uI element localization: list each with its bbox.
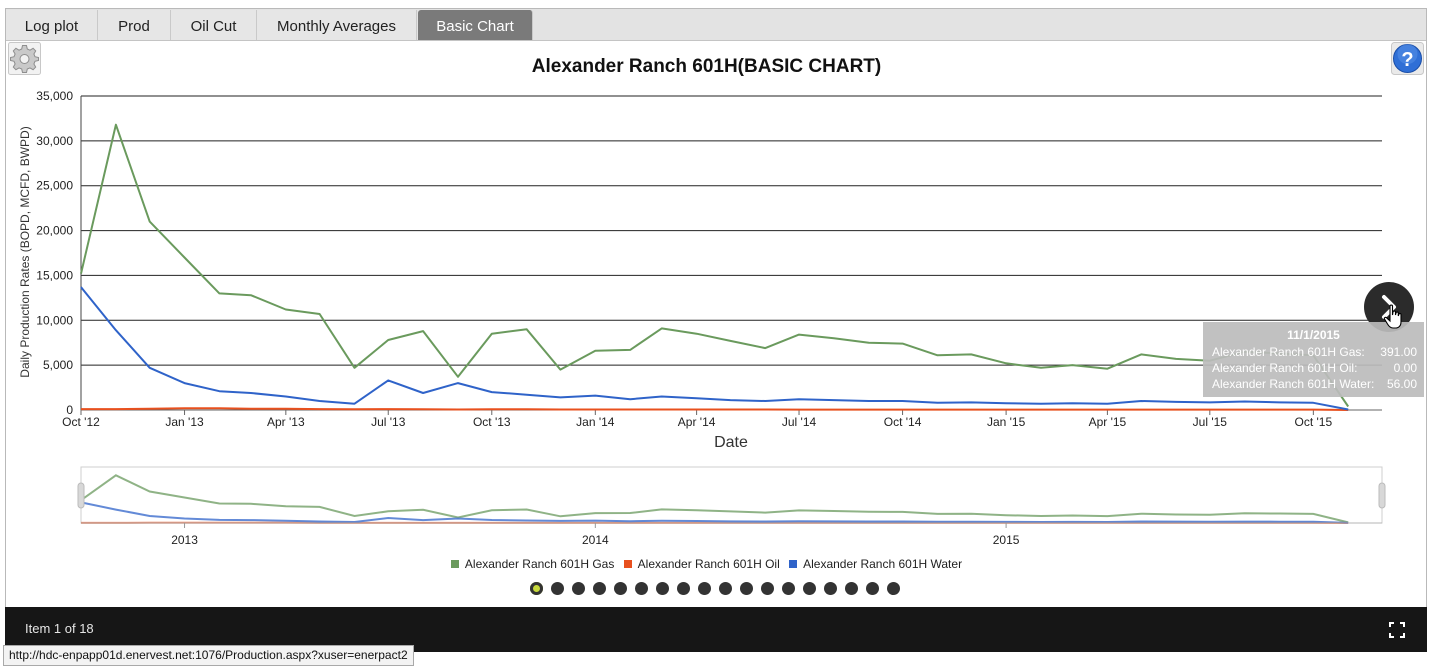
tooltip-series-value: 391.00 bbox=[1380, 345, 1417, 359]
status-bar-url: http://hdc-enpapp01d.enervest.net:1076/P… bbox=[3, 645, 414, 666]
carousel-dot[interactable] bbox=[719, 582, 732, 595]
carousel-dot[interactable] bbox=[761, 582, 774, 595]
tooltip-series-name: Alexander Ranch 601H Oil: bbox=[1212, 361, 1358, 375]
y-tick-label: 35,000 bbox=[36, 89, 73, 103]
legend-item-gas[interactable]: Alexander Ranch 601H Gas bbox=[450, 557, 615, 571]
carousel-dot[interactable] bbox=[782, 582, 795, 595]
y-tick-label: 15,000 bbox=[36, 268, 73, 282]
legend-label-water: Alexander Ranch 601H Water bbox=[803, 557, 963, 571]
legend-item-water[interactable]: Alexander Ranch 601H Water bbox=[789, 557, 962, 571]
tooltip-series-value: 0.00 bbox=[1393, 361, 1417, 375]
x-tick-label: Oct '15 bbox=[1295, 415, 1333, 429]
series-line bbox=[80, 123, 1350, 408]
carousel-dot[interactable] bbox=[635, 582, 648, 595]
carousel-dot[interactable] bbox=[887, 582, 900, 595]
y-tick-label: 5,000 bbox=[43, 358, 73, 372]
x-tick-label: Jan '13 bbox=[165, 415, 204, 429]
legend-label-gas: Alexander Ranch 601H Gas bbox=[464, 557, 615, 571]
carousel-dot[interactable] bbox=[614, 582, 627, 595]
tooltip-date: 11/1/2015 bbox=[1287, 328, 1340, 342]
x-tick-label: Oct '14 bbox=[884, 415, 922, 429]
navigator-tick-label: 2014 bbox=[582, 533, 609, 547]
tooltip-row: Alexander Ranch 601H Water: 56.00 bbox=[1212, 377, 1417, 393]
x-tick-label: Jan '15 bbox=[987, 415, 1026, 429]
x-tick-label: Jul '15 bbox=[1193, 415, 1228, 429]
series-lines bbox=[80, 123, 1350, 411]
tooltip-series-value: 56.00 bbox=[1386, 377, 1417, 391]
x-tick-label: Apr '15 bbox=[1089, 415, 1127, 429]
legend-item-oil[interactable]: Alexander Ranch 601H Oil bbox=[623, 557, 780, 571]
tooltip-row: Alexander Ranch 601H Gas: 391.00 bbox=[1212, 345, 1417, 361]
x-tick-label: Apr '13 bbox=[267, 415, 305, 429]
item-counter: Item 1 of 18 bbox=[25, 621, 94, 636]
navigator-tick-label: 2015 bbox=[993, 533, 1020, 547]
navigator-tick-label: 2013 bbox=[171, 533, 198, 547]
tooltip-series-name: Alexander Ranch 601H Gas: bbox=[1212, 345, 1365, 359]
y-axis-label: Daily Production Rates (BOPD, MCFD, BWPD… bbox=[18, 126, 32, 377]
tooltip-series-name: Alexander Ranch 601H Water: bbox=[1212, 377, 1375, 391]
y-tick-label: 20,000 bbox=[36, 224, 73, 238]
carousel-dot[interactable] bbox=[824, 582, 837, 595]
x-tick-label: Jan '14 bbox=[576, 415, 615, 429]
y-tick-label: 30,000 bbox=[36, 134, 73, 148]
y-axis: 05,00010,00015,00020,00025,00030,00035,0… bbox=[36, 89, 82, 417]
navigator: 2013 2014 2015 bbox=[77, 466, 1386, 547]
carousel-dot[interactable] bbox=[656, 582, 669, 595]
carousel-dot[interactable] bbox=[803, 582, 816, 595]
carousel-dot[interactable] bbox=[572, 582, 585, 595]
legend-swatch-water bbox=[789, 560, 798, 568]
x-tick-label: Apr '14 bbox=[678, 415, 716, 429]
grid-lines bbox=[81, 95, 1382, 411]
carousel-dot[interactable] bbox=[677, 582, 690, 595]
y-tick-label: 10,000 bbox=[36, 313, 73, 327]
hand-pointer-icon bbox=[1383, 304, 1402, 329]
carousel-dot[interactable] bbox=[866, 582, 879, 595]
carousel-dot[interactable] bbox=[551, 582, 564, 595]
carousel-dot[interactable] bbox=[698, 582, 711, 595]
chart-legend: Alexander Ranch 601H Gas Alexander Ranch… bbox=[0, 557, 1413, 571]
data-tooltip: 11/1/2015 Alexander Ranch 601H Gas: 391.… bbox=[1203, 322, 1424, 397]
tooltip-row: Alexander Ranch 601H Oil: 0.00 bbox=[1212, 361, 1417, 377]
line-chart: 05,00010,00015,00020,00025,00030,00035,0… bbox=[18, 89, 1386, 547]
carousel-dot[interactable] bbox=[845, 582, 858, 595]
x-tick-label: Jul '13 bbox=[371, 415, 406, 429]
carousel-dot[interactable] bbox=[593, 582, 606, 595]
x-tick-label: Oct '13 bbox=[473, 415, 511, 429]
navigator-handle[interactable] bbox=[1378, 482, 1386, 509]
y-tick-label: 25,000 bbox=[36, 179, 73, 193]
series-line bbox=[80, 286, 1349, 411]
x-axis-label: Date bbox=[714, 434, 748, 451]
carousel-dot[interactable] bbox=[740, 582, 753, 595]
carousel-dot[interactable] bbox=[530, 582, 543, 595]
x-tick-label: Oct '12 bbox=[62, 415, 100, 429]
legend-swatch-oil bbox=[623, 560, 632, 568]
navigator-handle[interactable] bbox=[77, 482, 85, 509]
legend-label-oil: Alexander Ranch 601H Oil bbox=[637, 557, 780, 571]
expand-icon[interactable] bbox=[1389, 622, 1405, 638]
x-axis: Oct '12 Jan '13 Apr '13 Jul '13 Oct '13 Jan '… bbox=[62, 410, 1332, 429]
legend-swatch-gas bbox=[450, 560, 459, 568]
x-tick-label: Jul '14 bbox=[782, 415, 817, 429]
